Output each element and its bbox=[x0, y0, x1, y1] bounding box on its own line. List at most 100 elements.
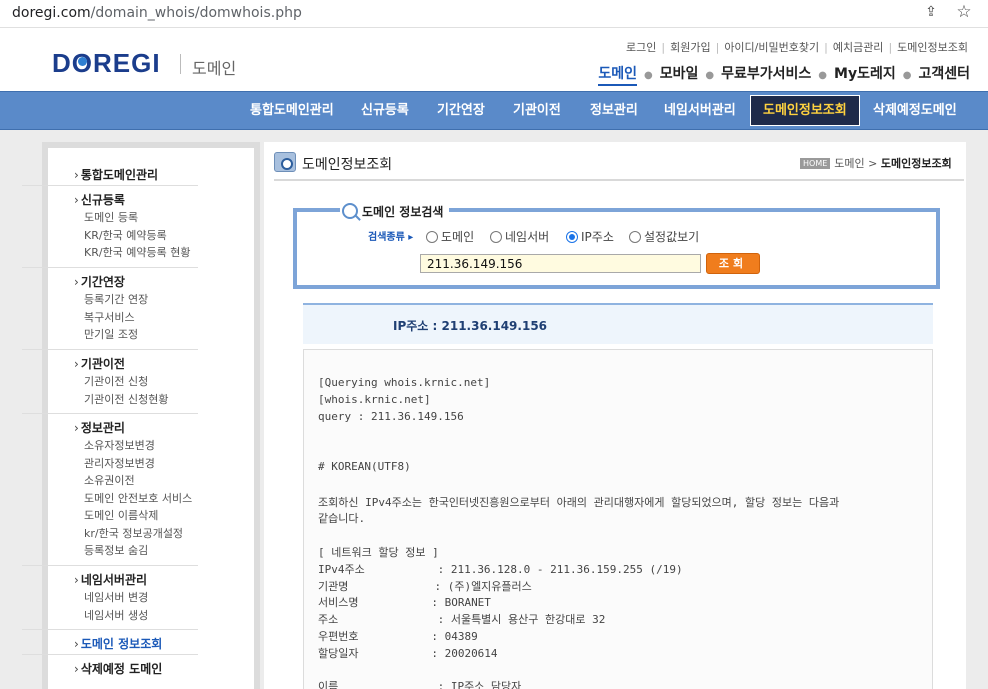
search-button[interactable]: 조회 bbox=[706, 253, 760, 274]
sidebar-link[interactable]: 소유권이전 bbox=[74, 472, 250, 490]
main-menu: 도메인 ● 모바일 ● 무료부가서비스 ● My도레지 ● 고객센터 bbox=[590, 63, 970, 86]
nav-item[interactable]: 네임서버관리 bbox=[664, 92, 736, 129]
top-link[interactable]: 도메인정보조회 bbox=[897, 41, 968, 54]
radio-ip-address[interactable]: IP주소 bbox=[566, 228, 614, 245]
sidebar-group: 기관이전기관이전 신청기관이전 신청현황 bbox=[74, 355, 250, 408]
whois-line: 할당일자 : 20020614 bbox=[318, 646, 498, 660]
breadcrumb-item[interactable]: 도메인 bbox=[834, 157, 864, 170]
sidebar-heading[interactable]: 네임서버관리 bbox=[74, 571, 250, 589]
sidebar-link[interactable]: 도메인 이름삭제 bbox=[74, 507, 250, 525]
breadcrumb-current: 도메인정보조회 bbox=[880, 157, 952, 170]
sidebar-heading[interactable]: 기관이전 bbox=[74, 355, 250, 373]
url-path: /domain_whois/domwhois.php bbox=[90, 5, 302, 21]
sidebar-link[interactable]: 만기일 조정 bbox=[74, 326, 250, 344]
globe-icon bbox=[274, 152, 296, 172]
sidebar-group: 네임서버관리네임서버 변경네임서버 생성 bbox=[74, 571, 250, 624]
sidebar-divider bbox=[22, 654, 198, 655]
sidebar-link[interactable]: 관리자정보변경 bbox=[74, 455, 250, 473]
whois-line: 같습니다. bbox=[318, 512, 366, 526]
radio-settings-label: 설정값보기 bbox=[644, 230, 700, 244]
top-link[interactable]: 회원가입 bbox=[670, 41, 710, 54]
sidebar-heading[interactable]: 삭제예정 도메인 bbox=[74, 660, 250, 678]
top-link[interactable]: 예치금관리 bbox=[833, 41, 884, 54]
breadcrumb-home[interactable]: HOME bbox=[800, 158, 831, 169]
logo-divider bbox=[180, 54, 181, 74]
sidebar-heading[interactable]: 정보관리 bbox=[74, 419, 250, 437]
nav-item[interactable]: 삭제예정도메인 bbox=[873, 92, 957, 129]
top-link[interactable]: 아이디/비밀번호찾기 bbox=[724, 41, 819, 54]
url-host: doregi.com bbox=[12, 5, 91, 21]
radio-domain-circle[interactable] bbox=[426, 231, 438, 243]
main-menu-item[interactable]: 모바일 bbox=[660, 63, 699, 83]
sidebar-group: 신규등록도메인 등록KR/한국 예약등록KR/한국 예약등록 현황 bbox=[74, 191, 250, 262]
category-nav-bar: 통합도메인관리 신규등록 기간연장 기관이전 정보관리 네임서버관리 도메인정보조회 삭제예정… bbox=[0, 91, 988, 130]
nav-item[interactable]: 기관이전 bbox=[513, 92, 561, 129]
nav-item[interactable]: 신규등록 bbox=[361, 92, 409, 129]
whois-line: [ 네트워크 할당 정보 ] bbox=[318, 546, 439, 559]
breadcrumb: HOME 도메인 > 도메인정보조회 bbox=[800, 155, 952, 171]
nav-item[interactable]: 도메인정보조회 bbox=[750, 95, 860, 126]
link-separator: | bbox=[824, 41, 828, 54]
logo-subtitle: 도메인 bbox=[192, 59, 237, 78]
sidebar-divider bbox=[22, 349, 198, 350]
top-utility-links: 로그인 | 회원가입 | 아이디/비밀번호찾기 | 예치금관리 | 도메인정보조회 bbox=[600, 39, 968, 55]
top-link[interactable]: 로그인 bbox=[626, 41, 656, 54]
radio-domain-label: 도메인 bbox=[441, 230, 475, 244]
link-separator: | bbox=[715, 41, 720, 54]
sidebar-link[interactable]: 기관이전 신청현황 bbox=[74, 391, 250, 409]
menu-dot: ● bbox=[818, 70, 828, 81]
main-menu-item[interactable]: My도레지 bbox=[834, 63, 896, 83]
search-input[interactable] bbox=[420, 254, 701, 273]
radio-ip-address-circle[interactable] bbox=[566, 231, 578, 243]
whois-line: IPv4주소 : 211.36.128.0 - 211.36.159.255 (… bbox=[318, 562, 683, 576]
sidebar-divider bbox=[22, 629, 198, 630]
whois-result: [Querying whois.krnic.net] [whois.krnic.n… bbox=[303, 349, 933, 689]
sidebar-link[interactable]: 등록기간 연장 bbox=[74, 291, 250, 309]
radio-settings[interactable]: 설정값보기 bbox=[629, 228, 699, 245]
nav-item[interactable]: 통합도메인관리 bbox=[250, 92, 334, 129]
sidebar-link[interactable]: KR/한국 예약등록 bbox=[74, 227, 250, 245]
whois-line: 이름 : IP주소 담당자 bbox=[318, 680, 522, 689]
sidebar-heading[interactable]: 기간연장 bbox=[74, 273, 250, 291]
radio-nameserver-label: 네임서버 bbox=[505, 230, 550, 244]
url-text[interactable]: doregi.com/domain_whois/domwhois.php bbox=[12, 5, 302, 21]
sidebar-link[interactable]: 복구서비스 bbox=[74, 309, 250, 327]
sidebar-link[interactable]: 네임서버 생성 bbox=[74, 607, 250, 625]
sidebar-heading[interactable]: 통합도메인관리 bbox=[74, 166, 250, 184]
main-menu-item[interactable]: 고객센터 bbox=[918, 63, 970, 83]
search-legend: 도메인 정보검색 bbox=[340, 202, 450, 222]
sidebar-link[interactable]: 소유자정보변경 bbox=[74, 437, 250, 455]
radio-nameserver[interactable]: 네임서버 bbox=[490, 228, 549, 245]
radio-settings-circle[interactable] bbox=[629, 231, 641, 243]
whois-line: 우편번호 : 04389 bbox=[318, 630, 478, 643]
title-divider bbox=[274, 179, 964, 181]
sidebar-heading[interactable]: 신규등록 bbox=[74, 191, 250, 209]
whois-line: [whois.krnic.net] bbox=[318, 392, 431, 406]
nav-item[interactable]: 정보관리 bbox=[590, 92, 638, 129]
browser-address-bar[interactable]: doregi.com/domain_whois/domwhois.php ⇪ ☆ bbox=[0, 0, 988, 28]
menu-dot: ● bbox=[902, 70, 912, 81]
radio-nameserver-circle[interactable] bbox=[490, 231, 502, 243]
nav-item[interactable]: 기간연장 bbox=[437, 92, 485, 129]
sidebar-link[interactable]: 도메인 등록 bbox=[74, 209, 250, 227]
sidebar-group: 삭제예정 도메인 bbox=[74, 660, 250, 678]
ip-result-label: IP주소 : 211.36.149.156 bbox=[393, 319, 548, 333]
sidebar-link[interactable]: 네임서버 변경 bbox=[74, 589, 250, 607]
whois-line: 서비스명 : BORANET bbox=[318, 596, 491, 610]
sidebar-link[interactable]: 등록정보 숨김 bbox=[74, 542, 250, 560]
share-icon[interactable]: ⇪ bbox=[922, 4, 940, 22]
bookmark-star-icon[interactable]: ☆ bbox=[955, 2, 973, 22]
sidebar-link[interactable]: KR/한국 예약등록 현황 bbox=[74, 244, 250, 262]
site-logo[interactable]: DOREGI bbox=[52, 48, 161, 79]
main-menu-item[interactable]: 무료부가서비스 bbox=[721, 63, 811, 83]
whois-line: query : 211.36.149.156 bbox=[318, 409, 464, 423]
sidebar-link[interactable]: 기관이전 신청 bbox=[74, 373, 250, 391]
sidebar-divider bbox=[22, 565, 198, 566]
sidebar-link[interactable]: 도메인 안전보호 서비스 bbox=[74, 490, 250, 508]
radio-domain[interactable]: 도메인 bbox=[426, 228, 474, 245]
radio-ip-address-label: IP주소 bbox=[581, 230, 614, 244]
page-title: 도메인정보조회 bbox=[302, 157, 393, 173]
sidebar-link[interactable]: kr/한국 정보공개설정 bbox=[74, 525, 250, 543]
main-menu-item[interactable]: 도메인 bbox=[598, 63, 638, 86]
sidebar-heading[interactable]: 도메인 정보조회 bbox=[74, 635, 250, 653]
